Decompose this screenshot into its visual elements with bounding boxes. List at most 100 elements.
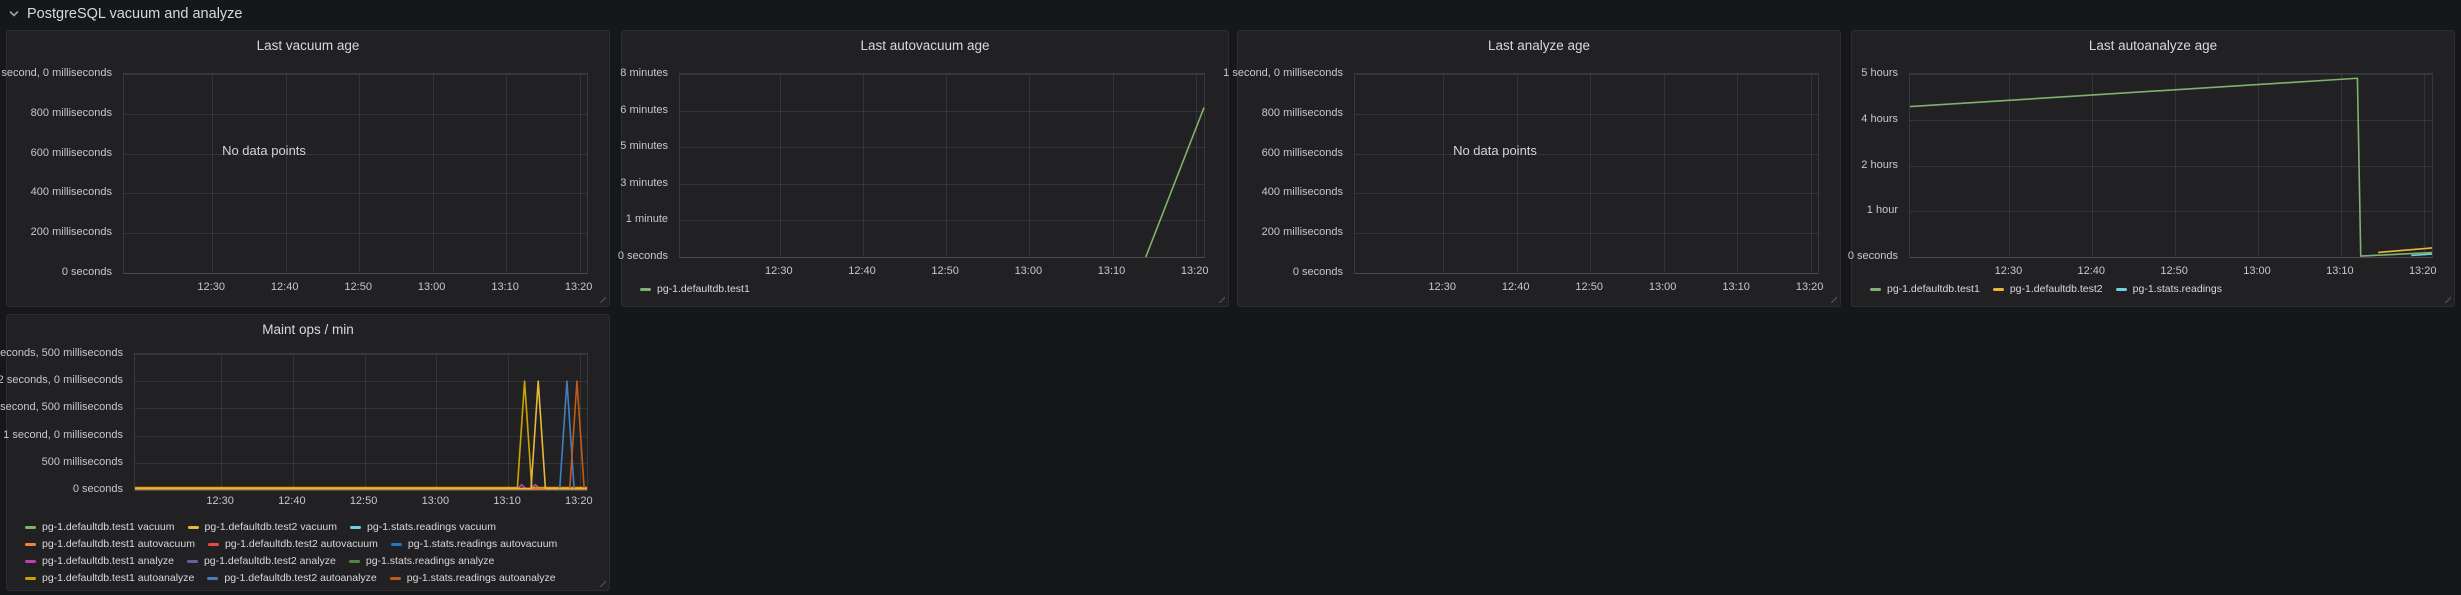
y-gridline <box>124 233 587 234</box>
x-axis-tick-label: 13:00 <box>1649 280 1677 295</box>
y-gridline <box>124 154 587 155</box>
x-gridline <box>1443 74 1444 273</box>
x-axis-tick-label: 13:10 <box>493 494 521 509</box>
y-gridline <box>124 193 587 194</box>
y-axis-tick-label: 0 seconds <box>62 265 112 279</box>
legend-item[interactable]: pg-1.stats.readings vacuum <box>350 521 496 533</box>
y-axis-tick-label: 600 milliseconds <box>31 146 112 160</box>
panel-title[interactable]: Maint ops / min <box>7 322 609 337</box>
legend-series-swatch <box>349 560 360 563</box>
panel-resize-handle[interactable] <box>1829 295 1837 303</box>
y-gridline <box>1355 74 1818 75</box>
x-axis-tick-label: 12:30 <box>206 494 234 509</box>
series-line-pg-1-defaultdb-test1 <box>1910 78 2432 256</box>
legend-item[interactable]: pg-1.defaultdb.test1 vacuum <box>25 521 175 533</box>
x-axis-tick-label: 12:40 <box>1502 280 1530 295</box>
legend-series-swatch <box>2116 288 2127 291</box>
x-axis-tick-label: 13:20 <box>1181 264 1209 279</box>
y-gridline <box>124 114 587 115</box>
legend-item[interactable]: pg-1.defaultdb.test2 <box>1993 283 2103 295</box>
y-gridline <box>135 490 587 491</box>
y-axis-tick-label: 2 seconds, 500 milliseconds <box>0 346 123 360</box>
panel-title[interactable]: Last autovacuum age <box>622 38 1228 53</box>
legend-item[interactable]: pg-1.defaultdb.test1 autovacuum <box>25 538 195 550</box>
series-line-pg-1-stats-readings <box>2411 254 2432 255</box>
legend-item[interactable]: pg-1.defaultdb.test1 <box>1870 283 1980 295</box>
y-gridline <box>1910 257 2432 258</box>
x-gridline <box>1590 74 1591 273</box>
y-axis-tick-label: 800 milliseconds <box>31 106 112 120</box>
legend-item[interactable]: pg-1.defaultdb.test1 analyze <box>25 555 174 567</box>
panel-title[interactable]: Last autoanalyze age <box>1852 38 2454 53</box>
y-axis-tick-label: 400 milliseconds <box>31 185 112 199</box>
legend-series-label: pg-1.stats.readings vacuum <box>367 521 496 533</box>
x-axis-tick-label: 13:00 <box>422 494 450 509</box>
x-axis-tick-label: 12:50 <box>2160 264 2188 279</box>
panel-title[interactable]: Last analyze age <box>1238 38 1840 53</box>
panel-resize-handle[interactable] <box>598 295 606 303</box>
y-axis-tick-label: 4 hours <box>1861 112 1898 126</box>
panel-last-analyze-age[interactable]: Last analyze age1 second, 0 milliseconds… <box>1237 30 1841 307</box>
x-axis-tick-label: 12:50 <box>1575 280 1603 295</box>
series-line-pg-1-defaultdb-test2-autoanalyze <box>560 381 574 488</box>
legend-row: pg-1.defaultdb.test1 pg-1.defaultdb.test2… <box>1870 281 2235 297</box>
legend-item[interactable]: pg-1.stats.readings analyze <box>349 555 494 567</box>
plot-area[interactable] <box>123 73 588 274</box>
legend-row: pg-1.defaultdb.test1 <box>640 281 763 297</box>
legend-series-label: pg-1.defaultdb.test2 vacuum <box>205 521 338 533</box>
legend-series-swatch <box>1993 288 2004 291</box>
row-header[interactable]: PostgreSQL vacuum and analyze <box>8 3 242 25</box>
legend-item[interactable]: pg-1.stats.readings <box>2116 283 2222 295</box>
legend-item[interactable]: pg-1.defaultdb.test1 <box>640 283 750 295</box>
legend-item[interactable]: pg-1.defaultdb.test2 analyze <box>187 555 336 567</box>
legend-item[interactable]: pg-1.stats.readings autoanalyze <box>390 572 556 584</box>
series-lines <box>1910 74 2432 257</box>
panel-resize-handle[interactable] <box>598 579 606 587</box>
x-gridline <box>359 74 360 273</box>
legend-item[interactable]: pg-1.stats.readings autovacuum <box>391 538 557 550</box>
y-gridline <box>680 257 1204 258</box>
chevron-down-icon[interactable] <box>8 8 20 20</box>
x-axis-tick-label: 12:40 <box>271 280 299 295</box>
x-axis-tick-label: 12:30 <box>765 264 793 279</box>
y-axis-tick-label: 0 seconds <box>1848 249 1898 263</box>
legend-item[interactable]: pg-1.defaultdb.test1 autoanalyze <box>25 572 194 584</box>
legend-item[interactable]: pg-1.defaultdb.test2 autoanalyze <box>207 572 376 584</box>
y-axis-tick-label: 3 minutes <box>620 176 668 190</box>
legend-series-swatch <box>25 577 36 580</box>
plot-area[interactable] <box>679 73 1205 258</box>
x-gridline <box>433 74 434 273</box>
y-gridline <box>124 273 587 274</box>
y-axis-tick-label: 200 milliseconds <box>1262 225 1343 239</box>
legend-item[interactable]: pg-1.defaultdb.test2 autovacuum <box>208 538 378 550</box>
y-axis-tick-label: 1 minute <box>626 212 668 226</box>
x-axis-tick-label: 12:50 <box>344 280 372 295</box>
plot-area[interactable] <box>1354 73 1819 274</box>
plot-area[interactable] <box>134 353 588 491</box>
legend-series-label: pg-1.defaultdb.test1 <box>657 283 750 295</box>
x-gridline <box>506 74 507 273</box>
panel-last-vacuum-age[interactable]: Last vacuum age1 second, 0 milliseconds8… <box>6 30 610 307</box>
x-axis-tick-label: 13:00 <box>1015 264 1043 279</box>
legend-series-label: pg-1.stats.readings analyze <box>366 555 494 567</box>
legend-series-label: pg-1.defaultdb.test2 analyze <box>204 555 336 567</box>
x-axis-tick-label: 12:50 <box>931 264 959 279</box>
no-data-message: No data points <box>1453 143 1537 158</box>
row-title[interactable]: PostgreSQL vacuum and analyze <box>27 6 242 22</box>
legend-series-label: pg-1.stats.readings <box>2133 283 2222 295</box>
legend-item[interactable]: pg-1.defaultdb.test2 vacuum <box>188 521 338 533</box>
x-axis-tick-label: 12:40 <box>2078 264 2106 279</box>
plot-area[interactable] <box>1909 73 2433 258</box>
legend-series-swatch <box>25 543 36 546</box>
panel-maint-ops-per-min[interactable]: Maint ops / min2 seconds, 500 millisecon… <box>6 314 610 591</box>
legend-series-label: pg-1.stats.readings autoanalyze <box>407 572 556 584</box>
no-data-message: No data points <box>222 143 306 158</box>
panel-resize-handle[interactable] <box>1217 295 1225 303</box>
y-axis-tick-label: 0 seconds <box>618 249 668 263</box>
panel-last-autoanalyze-age[interactable]: Last autoanalyze age5 hours4 hours2 hour… <box>1851 30 2455 307</box>
panel-title[interactable]: Last vacuum age <box>7 38 609 53</box>
grafana-dashboard: { "header": { "title": "PostgreSQL vacuu… <box>0 0 2461 595</box>
panel-resize-handle[interactable] <box>2443 295 2451 303</box>
y-axis-tick-label: 2 seconds, 0 milliseconds <box>0 373 123 387</box>
panel-last-autovacuum-age[interactable]: Last autovacuum age8 minutes6 minutes5 m… <box>621 30 1229 307</box>
